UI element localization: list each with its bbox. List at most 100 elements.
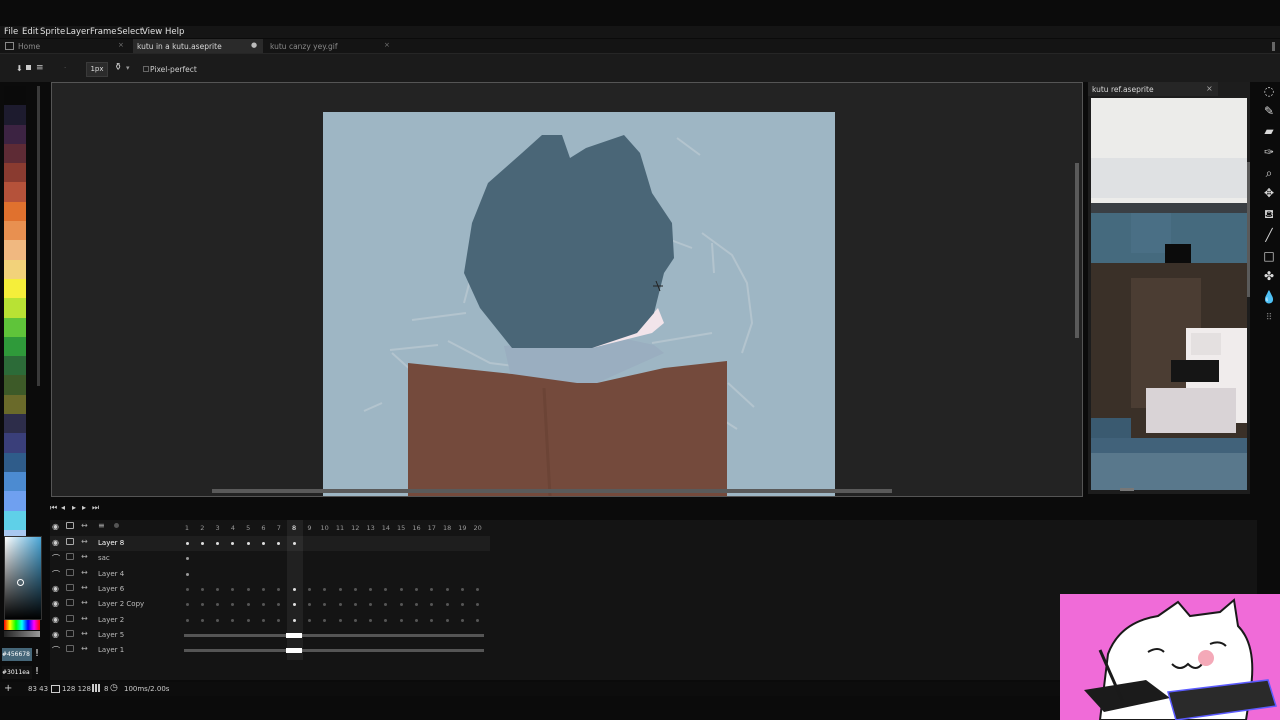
palette-swatch[interactable] xyxy=(4,433,26,453)
cel-dot[interactable] xyxy=(216,618,220,622)
cel-dot[interactable] xyxy=(200,587,204,591)
palette-scrollbar[interactable] xyxy=(37,86,40,386)
continuous-layer-icon[interactable]: ↔ xyxy=(81,583,88,592)
menu-select[interactable]: Select xyxy=(117,27,143,37)
continuous-layer-icon[interactable]: ↔ xyxy=(81,629,88,638)
cel-dot[interactable] xyxy=(246,587,250,591)
reference-tab[interactable]: kutu ref.aseprite × xyxy=(1088,82,1218,96)
eye-hidden-icon[interactable]: ⌒ xyxy=(52,553,60,564)
continuous-layer-icon[interactable]: ↔ xyxy=(81,644,88,653)
frame-number[interactable]: 20 xyxy=(472,524,484,532)
cel-dot[interactable] xyxy=(277,603,281,607)
palette-swatch[interactable] xyxy=(4,86,26,106)
next-frame-icon[interactable]: ▸ xyxy=(82,503,86,512)
cel-dot[interactable] xyxy=(185,587,189,591)
layer-name[interactable]: Layer 4 xyxy=(98,570,124,578)
cel-dot[interactable] xyxy=(277,542,281,545)
lasso-icon[interactable]: ◌ xyxy=(1261,83,1277,99)
rectangle-icon[interactable]: □ xyxy=(1261,248,1277,264)
layer-row[interactable]: ◉ ↔ Layer 5 xyxy=(50,628,490,643)
continuous-layer-icon[interactable]: ↔ xyxy=(81,568,88,577)
sprite-canvas[interactable] xyxy=(52,83,1082,496)
palette-swatch[interactable] xyxy=(4,471,26,492)
cel-dot[interactable] xyxy=(384,603,388,607)
continuous-header-icon[interactable]: ↔ xyxy=(81,521,88,530)
cel-dot[interactable] xyxy=(246,603,250,607)
frame-number[interactable]: 9 xyxy=(303,524,315,532)
cel-dot[interactable] xyxy=(323,618,327,622)
cel-dot[interactable] xyxy=(353,587,357,591)
layer-menu-icon[interactable]: ≡ xyxy=(98,521,105,530)
layer-row[interactable]: ⌒ ↔ Layer 1 xyxy=(50,643,490,658)
cel-dot[interactable] xyxy=(460,587,464,591)
hue-slider[interactable] xyxy=(4,620,40,630)
cel-dot[interactable] xyxy=(200,603,204,607)
layer-name[interactable]: Layer 2 xyxy=(98,616,124,624)
cel-dot[interactable] xyxy=(277,618,281,622)
tab-kutu-canzy-yey[interactable]: kutu canzy yey.gif × xyxy=(266,39,396,53)
frame-number[interactable]: 10 xyxy=(319,524,331,532)
cel-dot[interactable] xyxy=(216,603,220,607)
tab-kutu-in-a-kutu[interactable]: kutu in a kutu.aseprite ● xyxy=(133,39,263,53)
cel-dot[interactable] xyxy=(445,587,449,591)
frame-number[interactable]: 17 xyxy=(426,524,438,532)
layer-name[interactable]: Layer 2 Copy xyxy=(98,600,144,608)
unlock-icon[interactable] xyxy=(66,568,74,576)
move-icon[interactable]: ✥ xyxy=(1261,185,1277,201)
eye-icon[interactable]: ◉ xyxy=(52,630,59,639)
layer-row[interactable]: ◉ ↔ Layer 2 xyxy=(50,613,490,628)
cel-dot[interactable] xyxy=(246,618,250,622)
foreground-color-swatch[interactable]: #456678 xyxy=(2,648,32,661)
palette-swatch[interactable] xyxy=(4,414,26,434)
menu-layer[interactable]: Layer xyxy=(66,27,90,37)
close-tab-icon[interactable]: × xyxy=(384,41,390,49)
palette-swatch[interactable] xyxy=(4,259,26,279)
frame-number[interactable]: 6 xyxy=(258,524,270,532)
eye-hidden-icon[interactable]: ⌒ xyxy=(52,569,60,580)
ink-type-icon[interactable]: ⚱ xyxy=(114,62,122,73)
last-frame-icon[interactable]: ⏭ xyxy=(92,503,99,513)
unlock-icon[interactable] xyxy=(66,629,74,637)
frame-duration[interactable]: 100ms/2.00s xyxy=(124,685,169,693)
lock-header-icon[interactable] xyxy=(66,522,74,529)
palette-swatch[interactable] xyxy=(4,278,26,299)
menu-sprite[interactable]: Sprite xyxy=(40,27,65,37)
color-cursor-icon[interactable] xyxy=(17,579,24,586)
brush-options-menu-icon[interactable]: ≡ xyxy=(36,63,44,73)
frame-number[interactable]: 13 xyxy=(365,524,377,532)
pencil-icon[interactable]: ✎ xyxy=(1261,103,1277,119)
menu-view[interactable]: View xyxy=(142,27,162,37)
palette-swatch[interactable] xyxy=(4,298,26,318)
frame-number[interactable]: 1 xyxy=(181,524,193,532)
frame-number[interactable]: 7 xyxy=(273,524,285,532)
palette-swatch[interactable] xyxy=(4,124,26,144)
palette-swatch[interactable] xyxy=(4,105,26,125)
tab-scroll-handle[interactable] xyxy=(1272,42,1275,51)
unlock-icon[interactable] xyxy=(66,583,74,591)
first-frame-icon[interactable]: ⏮ xyxy=(50,503,57,513)
unlock-icon[interactable] xyxy=(66,553,74,561)
cel-dot[interactable] xyxy=(445,618,449,622)
menu-edit[interactable]: Edit xyxy=(22,27,38,37)
onion-skin-icon[interactable] xyxy=(114,523,119,528)
cel-dot[interactable] xyxy=(430,587,434,591)
palette-swatch[interactable] xyxy=(4,510,26,530)
palette-swatch[interactable] xyxy=(4,317,26,337)
brush-size-field[interactable]: 1px xyxy=(86,62,108,77)
cel-dot[interactable] xyxy=(323,603,327,607)
cel-dot[interactable] xyxy=(460,618,464,622)
continuous-layer-icon[interactable]: ↔ xyxy=(81,537,88,546)
cel-dot[interactable] xyxy=(231,587,235,591)
cel-dot[interactable] xyxy=(353,603,357,607)
cel-dot[interactable] xyxy=(338,618,342,622)
cel-dot[interactable] xyxy=(231,618,235,622)
linked-cel-bar[interactable] xyxy=(184,649,484,653)
cel-dot[interactable] xyxy=(200,618,204,622)
cel-dot[interactable] xyxy=(262,542,265,545)
cel-dot[interactable] xyxy=(430,603,434,607)
continuous-layer-icon[interactable]: ↔ xyxy=(81,614,88,623)
cel-dot[interactable] xyxy=(185,618,189,622)
eye-icon[interactable]: ◉ xyxy=(52,584,59,593)
layer-row[interactable]: ◉ ↔ Layer 2 Copy xyxy=(50,597,490,612)
cel-dot[interactable] xyxy=(399,587,403,591)
